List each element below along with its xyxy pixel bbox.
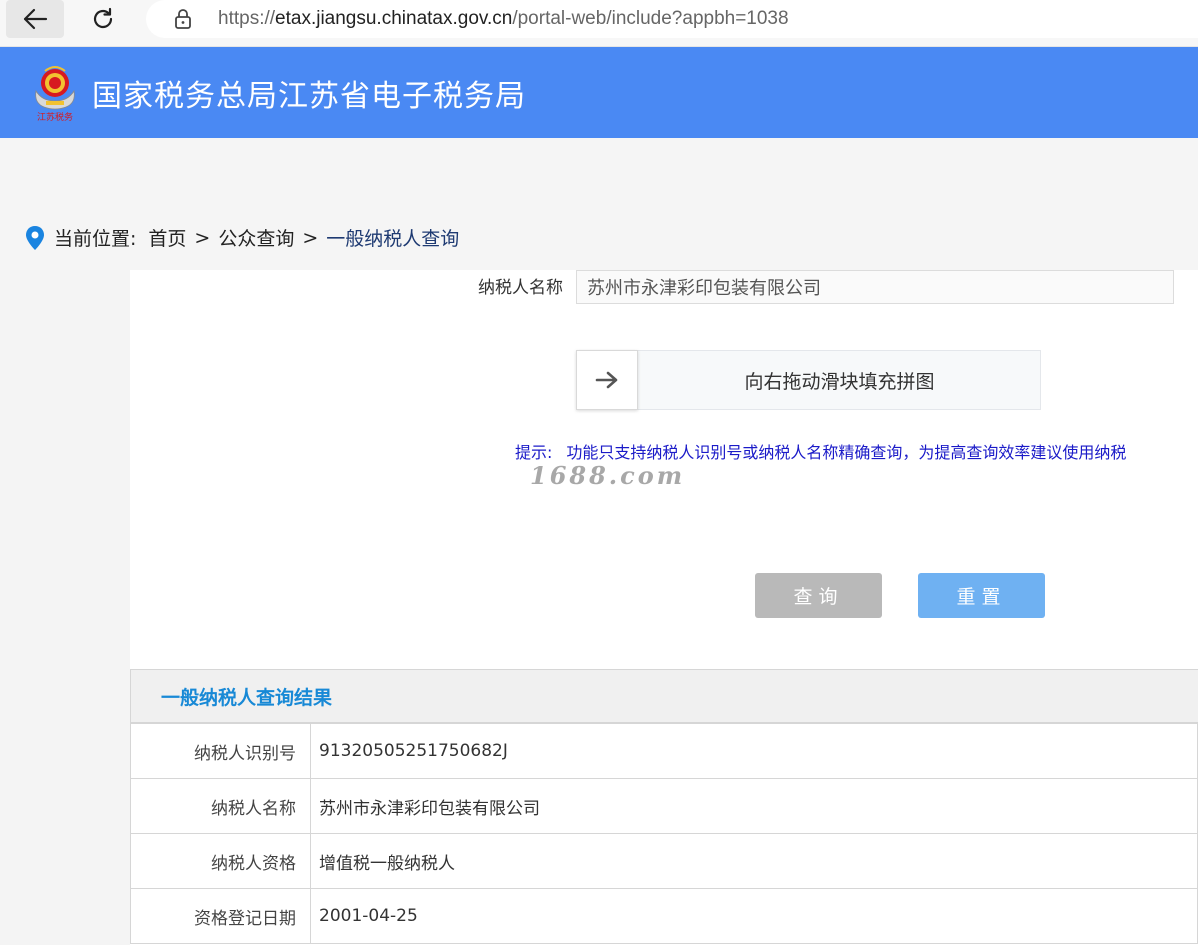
row-key: 纳税人资格: [130, 833, 311, 889]
row-value: 91320505251750682J: [310, 723, 1198, 779]
result-title: 一般纳税人查询结果: [161, 687, 333, 709]
url-text: https://etax.jiangsu.chinatax.gov.cn/por…: [218, 8, 789, 30]
reload-icon: [93, 7, 113, 29]
breadcrumb: 当前位置: 首页 > 公众查询 > 一般纳税人查询: [24, 224, 459, 251]
address-bar[interactable]: https://etax.jiangsu.chinatax.gov.cn/por…: [146, 0, 1198, 38]
reload-button[interactable]: [74, 0, 132, 38]
table-row: 资格登记日期 2001-04-25: [130, 888, 1198, 944]
query-button[interactable]: 查询: [755, 573, 882, 618]
back-button[interactable]: [6, 0, 64, 38]
row-key: 纳税人识别号: [130, 723, 311, 779]
location-pin-icon: [26, 225, 44, 250]
arrow-right-icon: [595, 371, 618, 389]
tax-emblem-logo: 江苏税务: [35, 66, 75, 123]
result-header: 一般纳税人查询结果: [130, 669, 1198, 723]
watermark: 1688.com: [530, 461, 686, 490]
table-row: 纳税人识别号 91320505251750682J: [130, 723, 1198, 779]
query-panel: 纳税人名称 苏州市永津彩印包装有限公司 向右拖动滑块填充拼图 提示: 功能只支持纳…: [130, 270, 1198, 945]
row-value: 2001-04-25: [310, 888, 1198, 944]
row-key: 资格登记日期: [130, 888, 311, 944]
row-value: 苏州市永津彩印包装有限公司: [310, 778, 1198, 834]
browser-toolbar: https://etax.jiangsu.chinatax.gov.cn/por…: [0, 0, 1198, 47]
breadcrumb-current: 一般纳税人查询: [326, 228, 460, 250]
row-key: 纳税人名称: [130, 778, 311, 834]
lock-icon[interactable]: [172, 8, 194, 30]
breadcrumb-public-query[interactable]: 公众查询: [218, 224, 294, 251]
taxpayer-name-label: 纳税人名称: [478, 278, 563, 298]
breadcrumb-label: 当前位置:: [54, 228, 137, 250]
query-tip: 提示: 功能只支持纳税人识别号或纳税人名称精确查询，为提高查询效率建议使用纳税: [515, 439, 1198, 463]
site-header: 江苏税务 国家税务总局江苏省电子税务局: [0, 47, 1198, 138]
breadcrumb-band: 当前位置: 首页 > 公众查询 > 一般纳税人查询: [0, 138, 1198, 270]
arrow-left-icon: [23, 8, 48, 30]
tip-text: 功能只支持纳税人识别号或纳税人名称精确查询，为提高查询效率建议使用纳税: [566, 443, 1127, 462]
site-title: 国家税务总局江苏省电子税务局: [92, 79, 526, 114]
row-value: 增值税一般纳税人: [310, 833, 1198, 889]
result-table: 纳税人识别号 91320505251750682J 纳税人名称 苏州市永津彩印包…: [130, 723, 1198, 944]
slider-instruction: 向右拖动滑块填充拼图: [744, 370, 935, 393]
emblem-caption: 江苏税务: [37, 111, 73, 123]
reset-button[interactable]: 重置: [918, 573, 1045, 618]
breadcrumb-separator: >: [194, 226, 211, 249]
url-path: /portal-web/include?appbh=1038: [512, 8, 789, 29]
table-row: 纳税人名称 苏州市永津彩印包装有限公司: [130, 778, 1198, 834]
table-row: 纳税人资格 增值税一般纳税人: [130, 833, 1198, 889]
url-host: etax.jiangsu.chinatax.gov.cn: [275, 8, 513, 29]
slider-handle[interactable]: [576, 350, 638, 410]
breadcrumb-separator: >: [302, 226, 319, 249]
url-scheme: https://: [218, 8, 276, 29]
captcha-slider[interactable]: 向右拖动滑块填充拼图: [576, 350, 1041, 410]
breadcrumb-home[interactable]: 首页: [148, 224, 186, 251]
tip-label: 提示:: [515, 443, 553, 462]
taxpayer-name-input[interactable]: 苏州市永津彩印包装有限公司: [576, 270, 1174, 304]
